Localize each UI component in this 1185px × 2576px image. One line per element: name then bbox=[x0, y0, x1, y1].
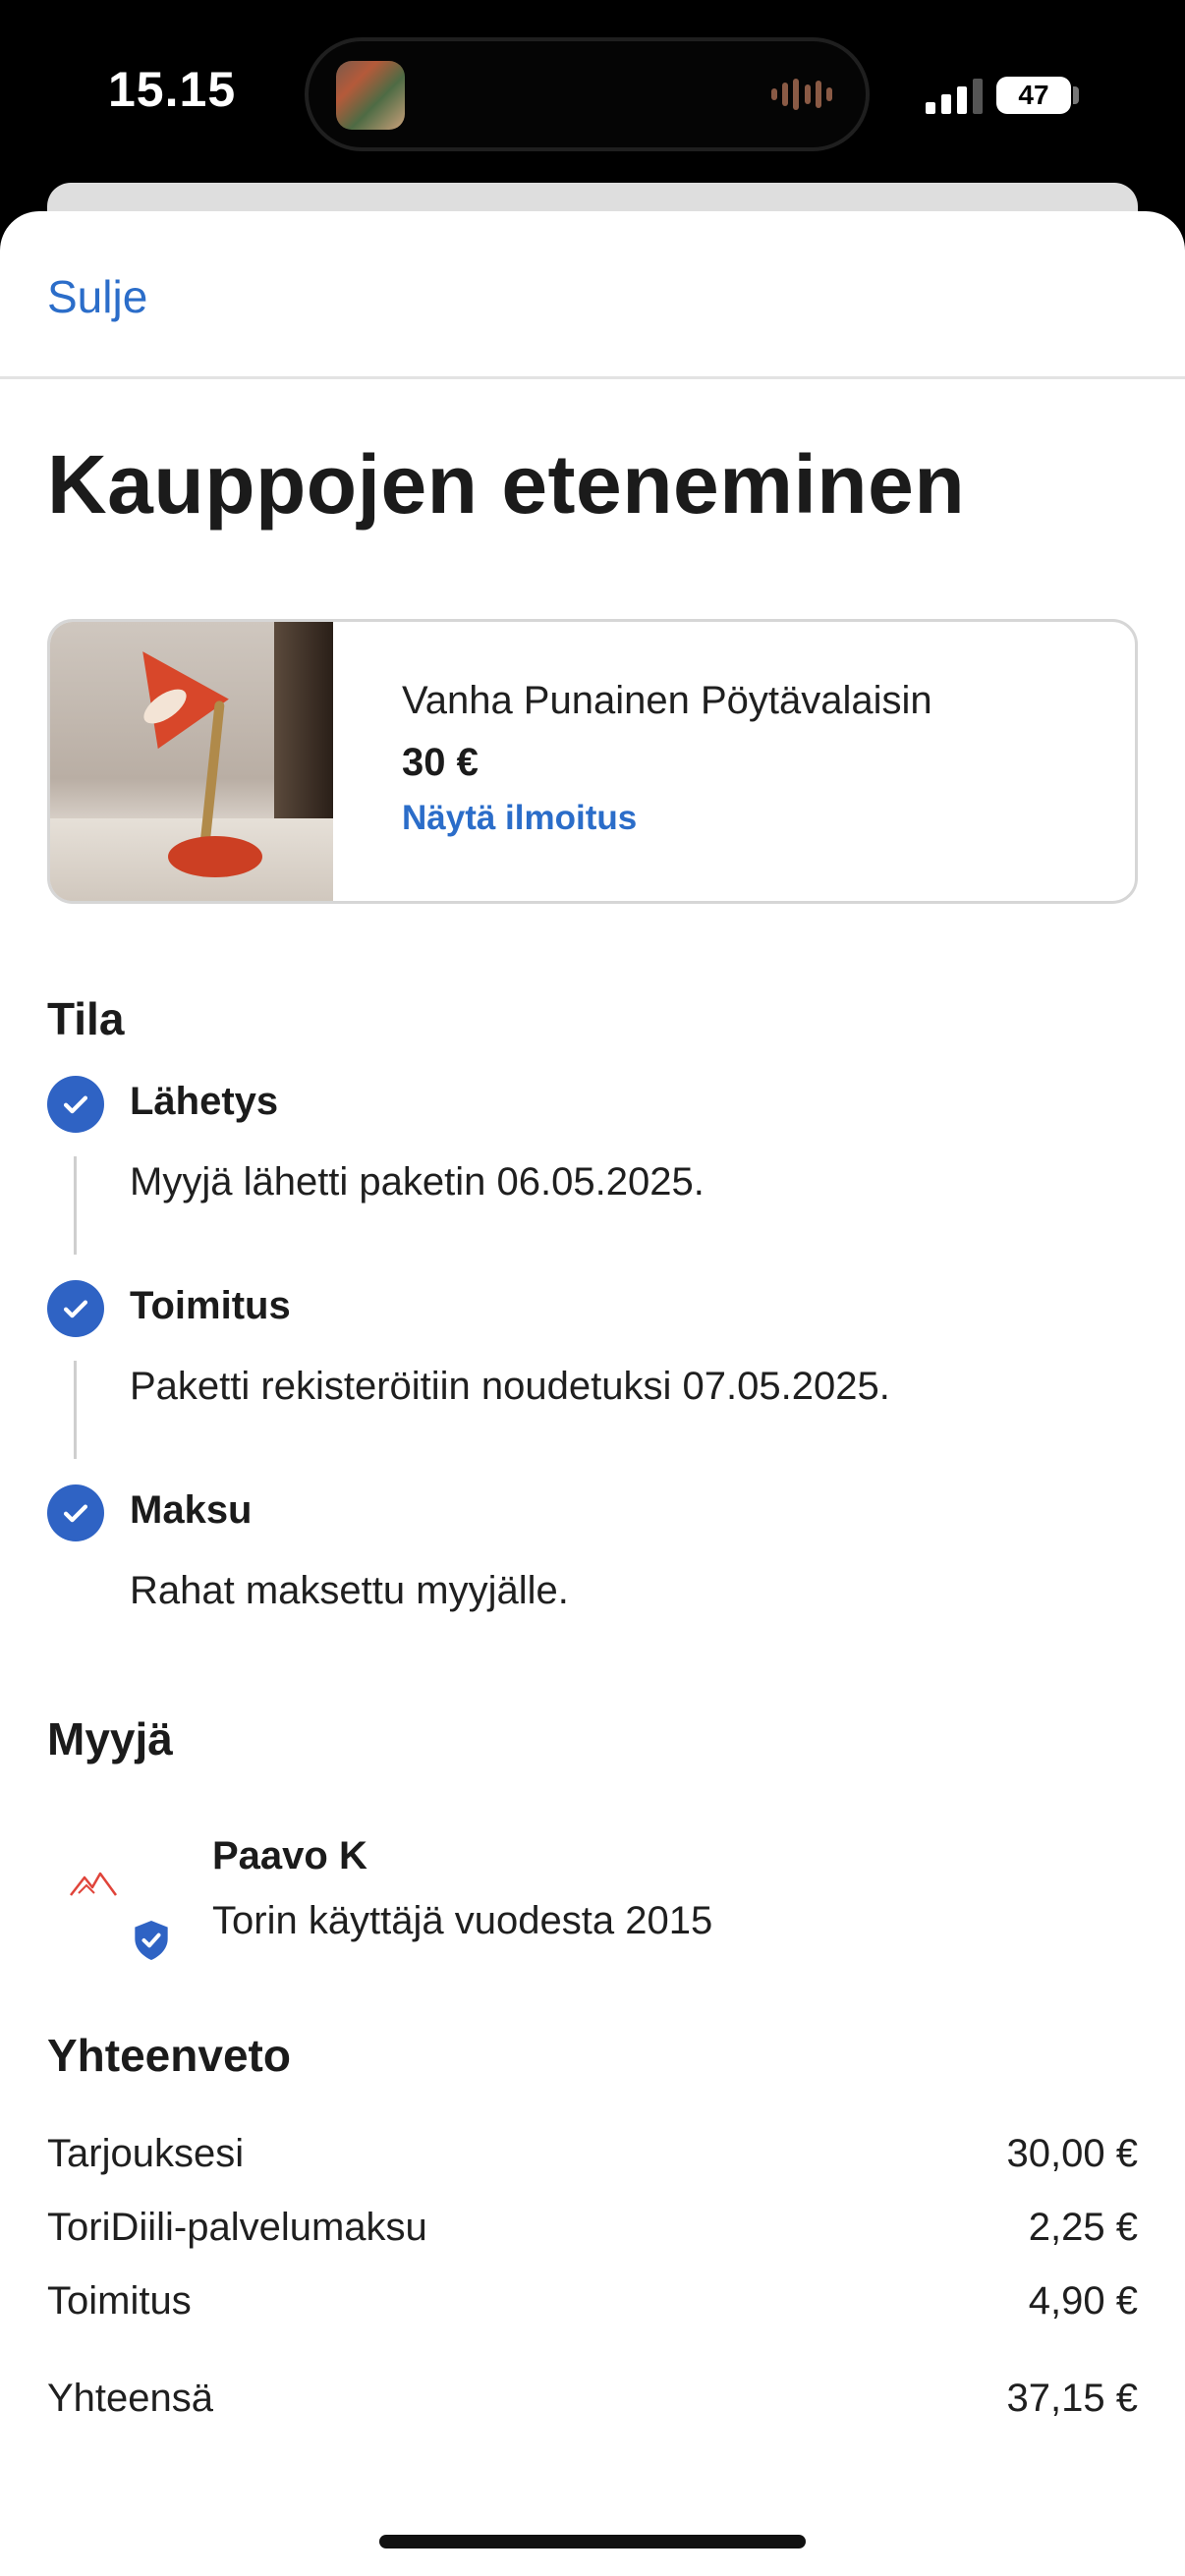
summary-label: Toimitus bbox=[47, 2279, 192, 2323]
now-playing-artwork bbox=[336, 61, 405, 130]
summary-row: Toimitus 4,90 € bbox=[47, 2279, 1138, 2324]
summary-label: Tarjouksesi bbox=[47, 2132, 245, 2175]
page-title: Kauppojen eteneminen bbox=[47, 438, 966, 531]
battery-level: 47 bbox=[1018, 80, 1049, 110]
summary-label: ToriDiili-palvelumaksu bbox=[47, 2206, 427, 2249]
check-circle-icon bbox=[47, 1076, 104, 1133]
step-title: Lähetys bbox=[130, 1080, 279, 1123]
audio-waveform-icon bbox=[771, 79, 832, 110]
battery-cap bbox=[1073, 86, 1079, 104]
summary-row: ToriDiili-palvelumaksu 2,25 € bbox=[47, 2206, 1138, 2250]
summary-value: 2,25 € bbox=[1028, 2206, 1138, 2249]
summary-total-label: Yhteensä bbox=[47, 2377, 214, 2420]
status-timeline: Lähetys Myyjä lähetti paketin 06.05.2025… bbox=[47, 1076, 1138, 1642]
summary-value: 4,90 € bbox=[1028, 2279, 1138, 2323]
status-bar: 15.15 47 bbox=[0, 0, 1185, 187]
status-time: 15.15 bbox=[108, 62, 237, 117]
summary-total-row: Yhteensä 37,15 € bbox=[47, 2377, 1138, 2421]
seller-card[interactable]: Paavo K Torin käyttäjä vuodesta 2015 bbox=[47, 1813, 1138, 1960]
lamp-base bbox=[168, 836, 262, 877]
avatar-mountain-icon bbox=[70, 1872, 118, 1896]
step-description: Paketti rekisteröitiin noudetuksi 07.05.… bbox=[130, 1365, 890, 1408]
seller-heading: Myyjä bbox=[47, 1713, 173, 1764]
lamp-shade bbox=[107, 626, 229, 750]
status-step: Toimitus Paketti rekisteröitiin noudetuk… bbox=[47, 1280, 1138, 1484]
step-description: Myyjä lähetti paketin 06.05.2025. bbox=[130, 1160, 705, 1204]
timeline-connector bbox=[74, 1156, 77, 1255]
battery-icon: 47 bbox=[996, 77, 1071, 114]
seller-name: Paavo K bbox=[212, 1834, 367, 1877]
view-listing-link[interactable]: Näytä ilmoitus bbox=[402, 799, 932, 838]
step-title: Maksu bbox=[130, 1488, 253, 1532]
trade-progress-sheet: Sulje Kauppojen eteneminen Vanha Punaine… bbox=[0, 211, 1185, 2576]
item-price: 30 € bbox=[402, 741, 479, 784]
home-indicator[interactable] bbox=[379, 2535, 806, 2548]
item-card[interactable]: Vanha Punainen Pöytävalaisin 30 € Näytä … bbox=[47, 619, 1138, 904]
step-title: Toimitus bbox=[130, 1284, 291, 1327]
verified-shield-icon bbox=[135, 1921, 168, 1960]
summary-value: 30,00 € bbox=[1006, 2132, 1138, 2175]
header-divider bbox=[0, 376, 1185, 379]
seller-member-since: Torin käyttäjä vuodesta 2015 bbox=[212, 1899, 713, 1942]
item-title: Vanha Punainen Pöytävalaisin bbox=[402, 679, 932, 722]
timeline-connector bbox=[74, 1361, 77, 1459]
cellular-signal-icon bbox=[926, 75, 985, 114]
summary-total-value: 37,15 € bbox=[1006, 2377, 1138, 2420]
status-step: Maksu Rahat maksettu myyjälle. bbox=[47, 1484, 1138, 1642]
summary-heading: Yhteenveto bbox=[47, 2030, 291, 2081]
check-circle-icon bbox=[47, 1484, 104, 1541]
step-description: Rahat maksettu myyjälle. bbox=[130, 1569, 569, 1612]
item-info: Vanha Punainen Pöytävalaisin 30 € Näytä … bbox=[402, 679, 932, 838]
item-photo bbox=[50, 622, 333, 901]
status-heading: Tila bbox=[47, 993, 125, 1044]
summary-row: Tarjouksesi 30,00 € bbox=[47, 2132, 1138, 2176]
dynamic-island[interactable] bbox=[305, 37, 870, 151]
check-circle-icon bbox=[47, 1280, 104, 1337]
close-button[interactable]: Sulje bbox=[47, 270, 147, 323]
status-step: Lähetys Myyjä lähetti paketin 06.05.2025… bbox=[47, 1076, 1138, 1280]
